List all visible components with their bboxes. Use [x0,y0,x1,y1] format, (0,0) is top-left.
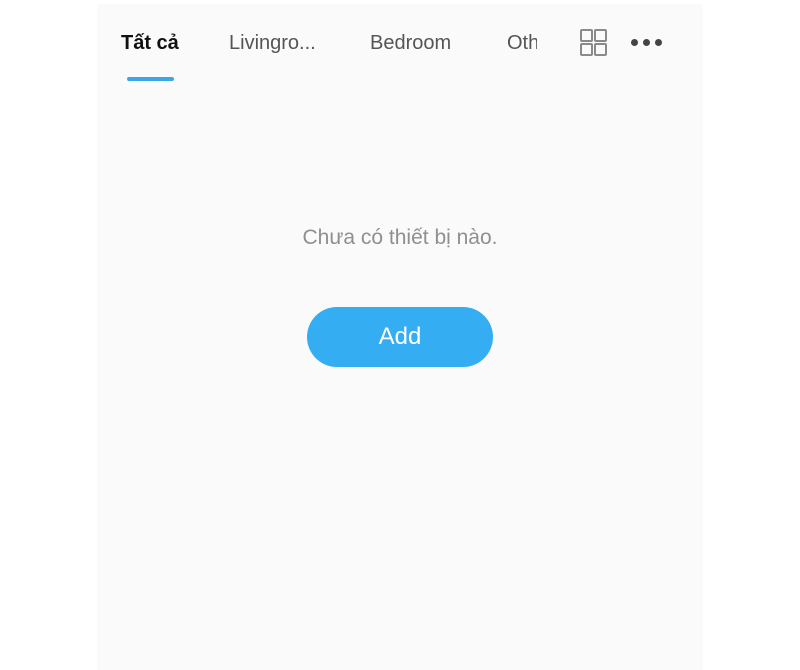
tab-all[interactable]: Tất cả [121,30,179,56]
tab-other[interactable]: Oth [507,30,537,56]
room-tab-bar: Tất cả Livingro... Bedroom Oth [97,4,703,84]
grid-view-icon[interactable] [580,29,608,57]
more-options-icon[interactable] [629,38,665,48]
empty-state-message: Chưa có thiết bị nào. [302,226,498,249]
active-tab-indicator [127,77,174,81]
add-device-button[interactable]: Add [307,307,493,367]
tab-bedroom[interactable]: Bedroom [370,30,451,56]
tab-livingroom[interactable]: Livingro... [229,30,316,56]
app-screen: Tất cả Livingro... Bedroom Oth Chưa có t… [97,4,703,670]
